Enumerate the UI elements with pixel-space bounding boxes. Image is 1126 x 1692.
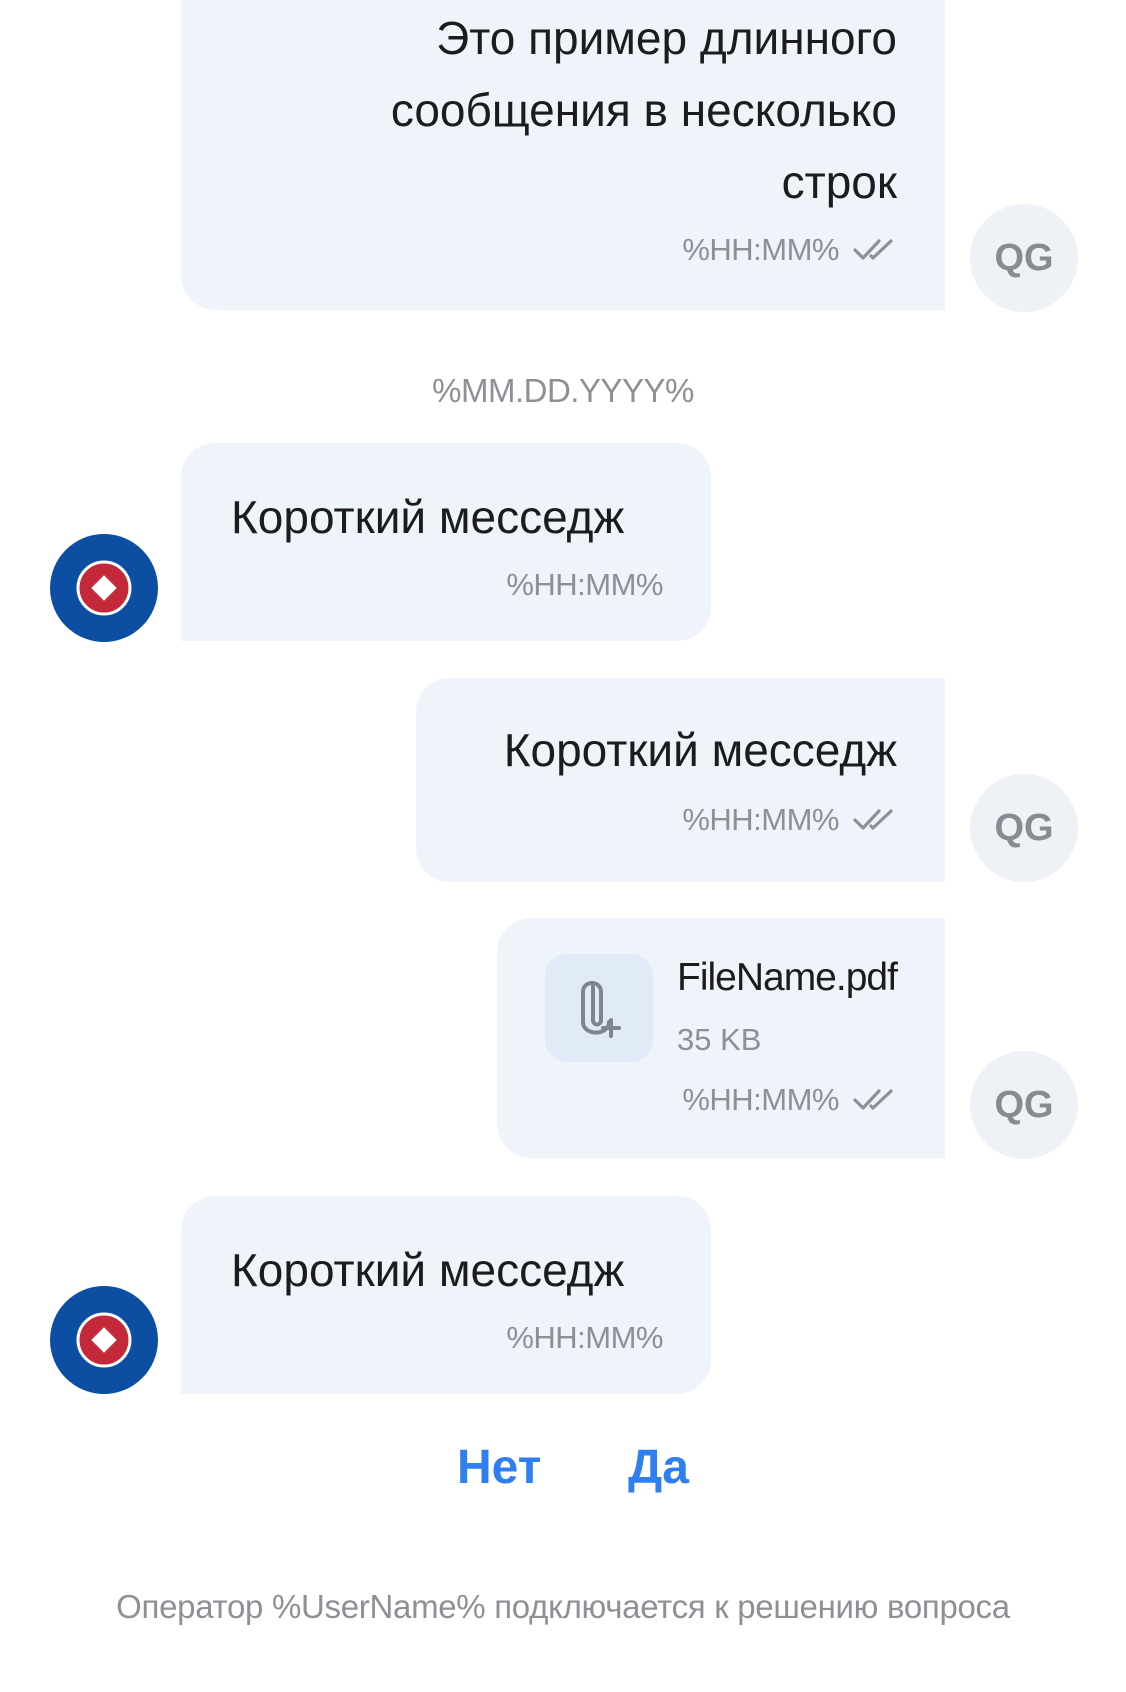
bot-logo-mark bbox=[76, 1312, 132, 1368]
message-time: %HH:MM% bbox=[682, 802, 839, 837]
double-check-icon bbox=[853, 239, 893, 260]
paperclip-add-icon[interactable] bbox=[545, 954, 653, 1062]
avatar-initials: QG bbox=[994, 806, 1054, 849]
date-separator: %MM.DD.YYYY% bbox=[432, 372, 694, 409]
reply-yes-button[interactable]: Да bbox=[628, 1440, 689, 1495]
message-bubble-incoming[interactable]: Короткий месседж %HH:MM% bbox=[181, 443, 711, 641]
message-meta: %HH:MM% bbox=[506, 567, 663, 603]
paperclip-glyph bbox=[581, 981, 621, 1038]
message-bubble-outgoing[interactable]: Короткий месседж %HH:MM% bbox=[416, 678, 945, 882]
file-size: 35 KB bbox=[677, 1022, 762, 1057]
bot-logo-icon bbox=[50, 534, 158, 642]
operator-status-text: Оператор %UserName% подключается к решен… bbox=[116, 1588, 1010, 1625]
avatar: QG bbox=[970, 774, 1078, 882]
message-text-line: строк bbox=[781, 156, 897, 208]
message-text: Короткий месседж bbox=[231, 491, 625, 543]
message-time: %HH:MM% bbox=[506, 567, 663, 602]
message-text-line: Это пример длинного bbox=[436, 12, 897, 64]
file-name[interactable]: FileName.pdf bbox=[677, 956, 898, 1000]
file-message-bubble[interactable]: FileName.pdf 35 KB %HH:MM% bbox=[497, 918, 945, 1158]
double-check-icon bbox=[853, 809, 893, 830]
message-text: Короткий месседж bbox=[503, 724, 897, 776]
message-meta: %HH:MM% bbox=[506, 1320, 663, 1356]
message-bubble-incoming[interactable]: Короткий месседж %HH:MM% bbox=[181, 1196, 711, 1394]
avatar-initials: QG bbox=[994, 236, 1054, 279]
message-bubble-outgoing[interactable]: Это пример длинного сообщения в нескольк… bbox=[181, 0, 945, 310]
avatar: QG bbox=[970, 1051, 1078, 1159]
avatar: QG bbox=[970, 204, 1078, 312]
message-meta: %HH:MM% bbox=[682, 802, 897, 838]
message-time: %HH:MM% bbox=[682, 232, 839, 267]
message-text: Короткий месседж bbox=[231, 1244, 625, 1296]
reply-no-button[interactable]: Нет bbox=[457, 1440, 541, 1495]
bot-logo-icon bbox=[50, 1286, 158, 1394]
message-meta: %HH:MM% bbox=[682, 1082, 897, 1118]
avatar-initials: QG bbox=[994, 1083, 1054, 1126]
message-text-line: сообщения в несколько bbox=[390, 84, 897, 136]
double-check-icon bbox=[853, 1089, 893, 1110]
message-time: %HH:MM% bbox=[682, 1082, 839, 1117]
bot-logo-mark bbox=[76, 560, 132, 616]
message-meta: %HH:MM% bbox=[682, 232, 897, 268]
message-time: %HH:MM% bbox=[506, 1320, 663, 1355]
